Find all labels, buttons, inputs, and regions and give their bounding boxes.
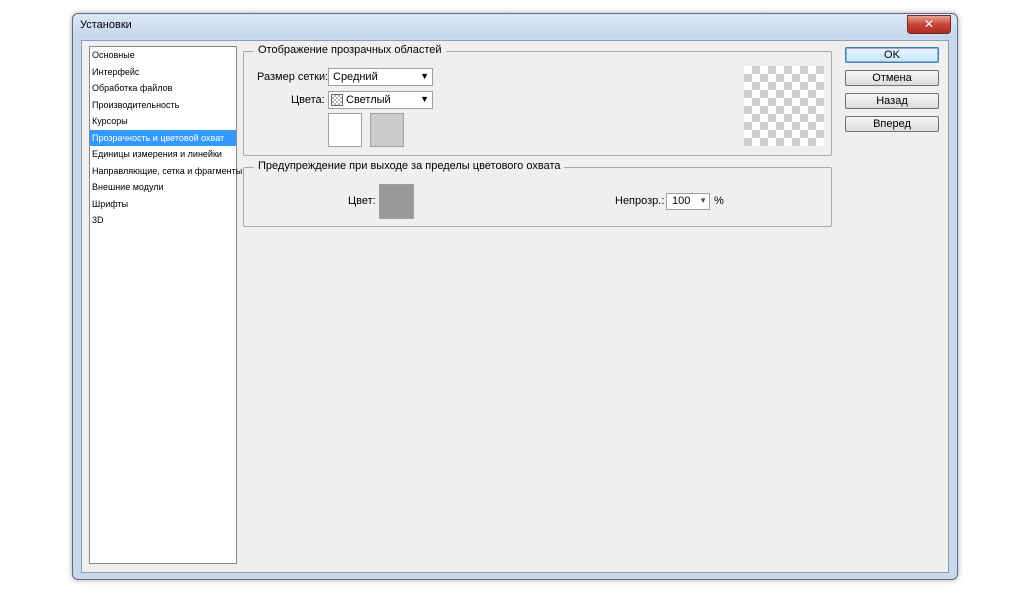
close-icon: ✕ (923, 17, 935, 31)
opacity-value: 100 (672, 195, 691, 207)
chevron-down-icon: ▼ (420, 71, 429, 81)
back-button[interactable]: Назад (845, 93, 939, 109)
close-button[interactable]: ✕ (907, 15, 951, 34)
ok-button[interactable]: OK (845, 47, 939, 63)
chevron-down-icon: ▼ (699, 196, 707, 205)
gamut-color-swatch[interactable] (379, 184, 414, 219)
sidebar-item-cursors[interactable]: Курсоры (90, 113, 236, 130)
opacity-input[interactable]: 100 ▼ (666, 193, 710, 210)
transparency-settings-group: Отображение прозрачных областей Размер с… (243, 44, 832, 156)
sidebar-item-plugins[interactable]: Внешние модули (90, 179, 236, 196)
dialog-body: Основные Интерфейс Обработка файлов Прои… (81, 40, 949, 573)
grid-size-label: Размер сетки: (257, 71, 329, 83)
sidebar-item-transparency-gamut[interactable]: Прозрачность и цветовой охват (90, 129, 236, 146)
category-list[interactable]: Основные Интерфейс Обработка файлов Прои… (89, 46, 242, 564)
sidebar-item-guides-grid-slices[interactable]: Направляющие, сетка и фрагменты (90, 163, 242, 180)
checker-pattern-icon (331, 94, 343, 107)
gamut-color-label: Цвет: (348, 195, 376, 207)
title-bar: Установки ✕ (73, 14, 957, 38)
window-title: Установки (80, 19, 132, 31)
grid-size-select[interactable]: Средний ▼ (328, 68, 433, 86)
gamut-warning-group: Предупреждение при выходе за пределы цве… (243, 160, 832, 227)
preferences-window: Установки ✕ Основные Интерфейс Обработка… (72, 13, 958, 580)
grid-color-swatch-2[interactable] (370, 113, 404, 147)
chevron-down-icon: ▼ (420, 94, 429, 104)
sidebar-item-file-handling[interactable]: Обработка файлов (90, 80, 236, 97)
sidebar-item-interface[interactable]: Интерфейс (90, 64, 236, 81)
transparency-group-title: Отображение прозрачных областей (254, 44, 446, 56)
opacity-unit: % (714, 195, 724, 207)
grid-colors-value: Светлый (346, 94, 391, 106)
grid-colors-select[interactable]: Светлый ▼ (328, 91, 433, 109)
transparency-preview (744, 66, 824, 146)
sidebar-item-general[interactable]: Основные (90, 47, 236, 64)
sidebar-item-type[interactable]: Шрифты (90, 196, 236, 213)
grid-color-swatch-1[interactable] (328, 113, 362, 147)
grid-colors-value-wrap: Светлый (331, 92, 391, 108)
cancel-button[interactable]: Отмена (845, 70, 939, 86)
opacity-label: Непрозр.: (615, 195, 665, 207)
grid-size-value: Средний (333, 71, 378, 83)
next-button[interactable]: Вперед (845, 116, 939, 132)
gamut-group-title: Предупреждение при выходе за пределы цве… (254, 160, 565, 172)
sidebar-item-units-rulers[interactable]: Единицы измерения и линейки (90, 146, 236, 163)
sidebar-item-performance[interactable]: Производительность (90, 97, 236, 114)
sidebar-item-3d[interactable]: 3D (90, 212, 236, 229)
grid-colors-label: Цвета: (291, 94, 325, 106)
